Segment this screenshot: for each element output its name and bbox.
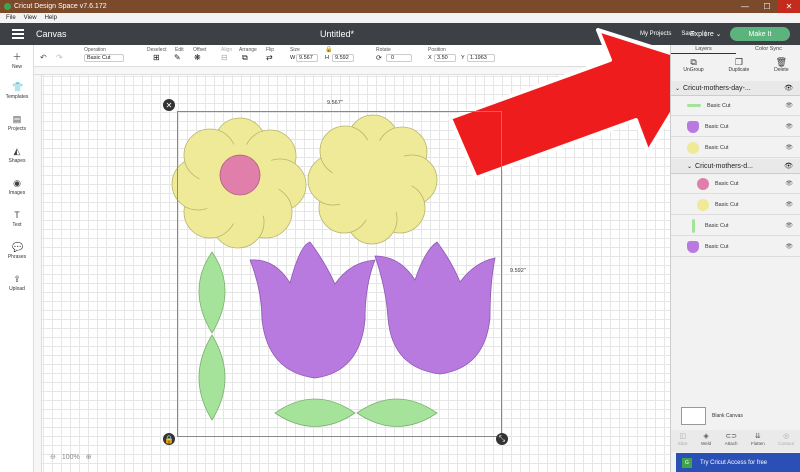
layer-row[interactable]: Basic Cut 👁 — [671, 138, 800, 158]
tulip-swatch — [687, 240, 699, 253]
eye-icon[interactable]: 👁 — [785, 201, 793, 208]
eye-icon[interactable]: 👁 — [785, 222, 793, 229]
layer-row[interactable]: Basic Cut 👁 — [671, 96, 800, 116]
attach-icon: ⊂⊃ — [725, 433, 737, 440]
ungroup-icon: ⧉ — [690, 57, 697, 67]
access-badge-icon: G — [682, 457, 692, 468]
ungroup-button[interactable]: ⧉ UnGroup — [683, 55, 703, 80]
tulip-swatch — [687, 120, 699, 133]
blank-canvas-row[interactable]: Blank Canvas — [671, 402, 800, 430]
selection-box[interactable] — [177, 111, 502, 437]
zoom-control: ⊖ 100% ⊕ — [50, 453, 92, 462]
tab-color-sync[interactable]: Color Sync — [736, 45, 800, 54]
layer-tools: ⧉ UnGroup ❐ Duplicate 🗑 Delete — [671, 55, 800, 80]
blank-canvas-swatch — [681, 407, 706, 425]
layer-row[interactable]: Basic Cut 👁 — [671, 195, 800, 215]
weld-icon: ◈ — [703, 433, 709, 440]
contour-icon: ◎ — [783, 433, 790, 440]
attach-button[interactable]: ⊂⊃ Attach — [725, 430, 738, 452]
weld-button[interactable]: ◈ Weld — [701, 430, 711, 452]
leaf-swatch — [687, 104, 701, 107]
flatten-button[interactable]: ⇊ Flatten — [751, 430, 765, 452]
tab-layers[interactable]: Layers — [671, 45, 736, 54]
eye-icon[interactable]: 👁 — [784, 162, 793, 170]
slice-icon: ◫ — [679, 433, 686, 440]
contour-button[interactable]: ◎ Contour — [778, 430, 794, 452]
slice-button[interactable]: ◫ Slice — [678, 430, 688, 452]
layer-row[interactable]: Basic Cut 👁 — [671, 117, 800, 137]
width-dimension: 9.567" — [327, 100, 343, 106]
duplicate-icon: ❐ — [734, 57, 743, 67]
eye-icon[interactable]: 👁 — [785, 102, 793, 109]
flower-swatch — [687, 141, 699, 154]
layers-panel: Layers Color Sync ⧉ UnGroup ❐ Duplicate 🗑 D… — [670, 45, 800, 472]
eye-icon[interactable]: 👁 — [785, 144, 793, 151]
eye-icon[interactable]: 👁 — [785, 243, 793, 250]
center-swatch — [697, 177, 709, 190]
duplicate-button[interactable]: ❐ Duplicate — [728, 55, 749, 80]
delete-button[interactable]: 🗑 Delete — [774, 55, 788, 80]
layer-subgroup-header[interactable]: ⌄ Cricut-mothers-d... 👁 — [671, 159, 800, 174]
chevron-down-icon: ⌄ — [687, 163, 693, 170]
height-dimension: 9.592" — [510, 268, 526, 274]
lock-icon[interactable]: 🔒 — [163, 433, 175, 445]
path-tools: ◫ Slice ◈ Weld ⊂⊃ Attach ⇊ Flatten ◎ Contour — [671, 430, 800, 452]
zoom-level: 100% — [61, 453, 80, 461]
delete-selection-icon[interactable]: ✕ — [163, 99, 175, 111]
layer-group-header[interactable]: ⌄ Cricut-mothers-day-... 👁 — [671, 81, 800, 96]
trash-icon: 🗑 — [775, 57, 788, 67]
panel-tabs: Layers Color Sync — [671, 45, 800, 54]
zoom-in-icon[interactable]: ⊕ — [86, 453, 92, 461]
chevron-down-icon: ⌄ — [675, 85, 681, 92]
layer-row[interactable]: Basic Cut 👁 — [671, 237, 800, 257]
stem-swatch — [692, 218, 695, 233]
resize-handle-icon[interactable]: ⤡ — [496, 433, 508, 445]
layer-row[interactable]: Basic Cut 👁 — [671, 174, 800, 194]
layer-row[interactable]: Basic Cut 👁 — [671, 216, 800, 236]
eye-icon[interactable]: 👁 — [785, 123, 793, 130]
eye-icon[interactable]: 👁 — [784, 84, 793, 92]
flatten-icon: ⇊ — [754, 433, 761, 440]
zoom-out-icon[interactable]: ⊖ — [50, 453, 56, 461]
flower-swatch — [697, 198, 709, 211]
eye-icon[interactable]: 👁 — [785, 180, 793, 187]
cricut-access-banner[interactable]: G Try Cricut Access for free — [676, 453, 800, 472]
